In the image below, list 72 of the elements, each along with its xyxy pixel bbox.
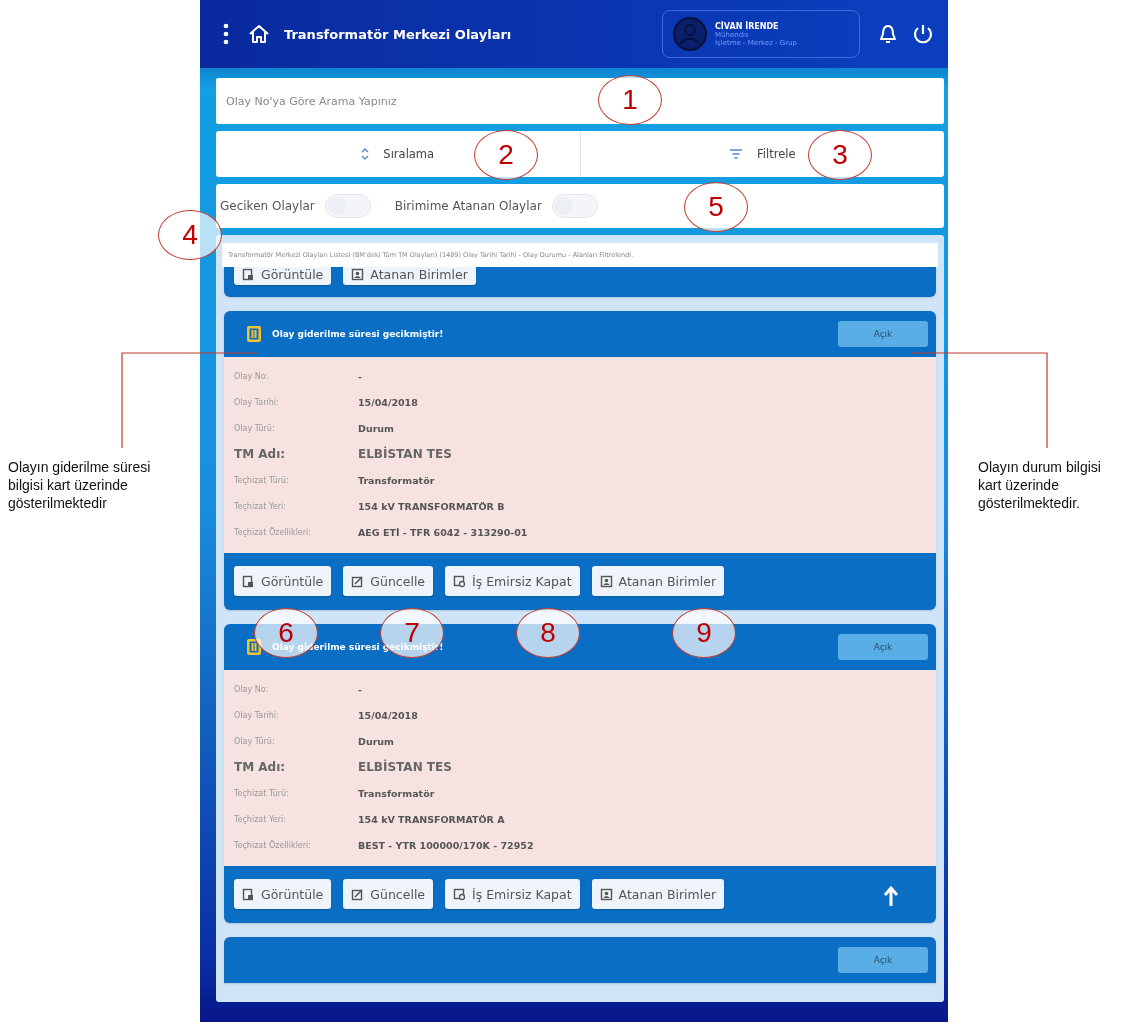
avatar-icon	[673, 17, 707, 51]
person-icon	[599, 887, 613, 901]
field-value: -	[358, 682, 363, 697]
toggle-label: Birimime Atanan Olaylar	[394, 199, 542, 213]
callout-number: 4	[158, 210, 222, 260]
field-label: TM Adı:	[234, 446, 287, 463]
field-label: Olay Türü:	[234, 735, 276, 748]
field-label: Olay Tarihi:	[234, 709, 280, 722]
menu-icon[interactable]	[222, 23, 230, 45]
units-button[interactable]: Atanan Birimler	[343, 267, 476, 285]
sort-button[interactable]: Sıralama	[357, 143, 439, 165]
status-badge[interactable]: Açık	[838, 947, 928, 973]
field-label: Olay No:	[234, 370, 270, 383]
filter-button[interactable]: Filtrele	[725, 143, 800, 165]
close-button[interactable]: İş Emirsiz Kapat	[445, 879, 580, 909]
field-value: ELBİSTAN TES	[358, 445, 453, 463]
user-name: CİVAN İRENDE	[715, 21, 780, 31]
close-button[interactable]: İş Emirsiz Kapat	[445, 566, 580, 596]
field-value: Transformatör	[358, 786, 436, 801]
field-label: Teçhizat Yeri:	[234, 500, 287, 513]
view-button[interactable]: Görüntüle	[234, 267, 332, 285]
document-icon	[242, 887, 255, 901]
toggle-label: Geciken Olaylar	[220, 199, 315, 213]
field-label: Olay Türü:	[234, 422, 276, 435]
field-value: 15/04/2018	[358, 708, 419, 723]
document-icon	[242, 267, 255, 281]
field-value: Durum	[358, 421, 395, 436]
update-button[interactable]: Güncelle	[343, 879, 434, 909]
field-label: Teçhizat Özellikleri:	[234, 526, 312, 539]
field-label: Teçhizat Türü:	[234, 787, 290, 800]
field-value: 154 kV TRANSFORMATÖR A	[358, 812, 506, 827]
document-icon	[242, 574, 255, 588]
field-value: AEG ETİ - TFR 6042 - 313290-01	[358, 525, 529, 540]
filter-icon	[729, 149, 743, 159]
field-label: Olay No:	[234, 683, 270, 696]
field-value: ELBİSTAN TES	[358, 758, 453, 776]
callout-text: Olayın durum bilgisi kart üzerinde gösterilmektedir.	[978, 458, 1102, 512]
field-label: Teçhizat Yeri:	[234, 813, 287, 826]
warning-icon	[246, 325, 262, 343]
field-value: Durum	[358, 734, 395, 749]
window-title: Transformatör Merkezi Olayları	[284, 26, 513, 42]
status-badge[interactable]: Açık	[838, 634, 928, 660]
field-label: Olay Tarihi:	[234, 396, 280, 409]
delay-warning: Olay giderilme süresi gecikmiştir!	[272, 329, 444, 339]
field-label: TM Adı:	[234, 759, 287, 776]
units-button[interactable]: Atanan Birimler	[591, 566, 725, 596]
bell-icon[interactable]	[878, 23, 898, 45]
warning-icon	[246, 638, 262, 656]
document-icon	[453, 574, 467, 588]
toggle-switch[interactable]	[324, 194, 371, 218]
field-label: Teçhizat Özellikleri:	[234, 839, 312, 852]
field-value: BEST - YTR 100000/170K - 72952	[358, 838, 535, 853]
edit-icon	[351, 574, 365, 588]
field-value: 154 kV TRANSFORMATÖR B	[358, 499, 506, 514]
edit-icon	[351, 887, 365, 901]
field-value: 15/04/2018	[358, 395, 419, 410]
home-icon[interactable]	[248, 23, 270, 45]
view-button[interactable]: Görüntüle	[234, 879, 332, 909]
units-button[interactable]: Atanan Birimler	[591, 879, 725, 909]
status-badge[interactable]: Açık	[838, 321, 928, 347]
view-button[interactable]: Görüntüle	[234, 566, 332, 596]
document-icon	[453, 887, 467, 901]
person-icon	[351, 267, 365, 281]
power-icon[interactable]	[912, 23, 934, 45]
field-value: Transformatör	[358, 473, 436, 488]
sort-icon	[361, 147, 370, 161]
field-label: Teçhizat Türü:	[234, 474, 290, 487]
field-value: -	[358, 369, 363, 384]
toggle-switch[interactable]	[551, 194, 598, 218]
update-button[interactable]: Güncelle	[343, 566, 434, 596]
callout-text: Olayın giderilme süresi bilgisi kart üzerinde gösterilmektedir	[8, 458, 152, 512]
person-icon	[599, 574, 613, 588]
